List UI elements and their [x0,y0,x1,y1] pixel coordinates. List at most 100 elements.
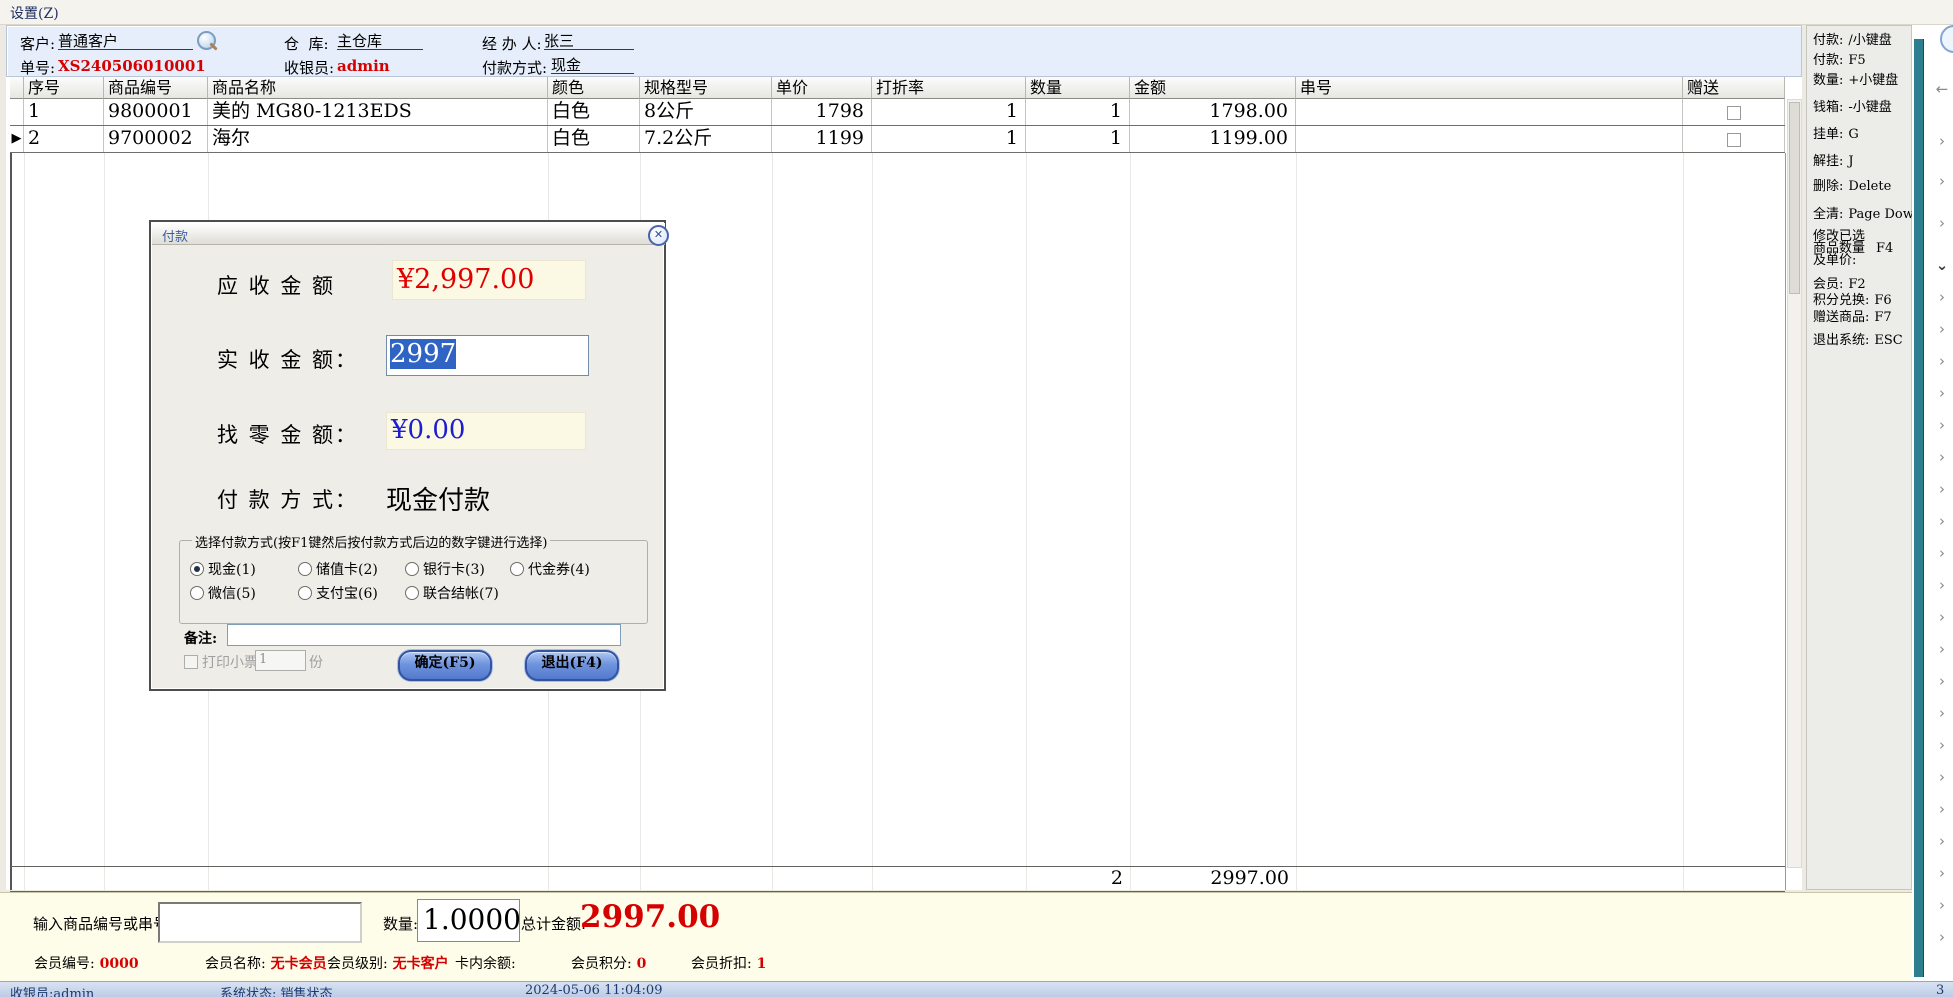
chevron-right-icon[interactable]: › [1932,864,1952,882]
chevron-right-icon[interactable]: › [1932,288,1952,306]
paymethod-label: 付款方式: [482,57,547,78]
grid-header-cell: 商品名称 [208,77,548,99]
chevron-right-icon[interactable]: › [1932,704,1952,722]
dialog-titlebar[interactable]: 付款 ✕ [152,223,665,245]
hotkey-item: 积分兑换:F6 [1813,294,1892,308]
remark-input[interactable] [227,624,621,646]
payment-option-4[interactable]: 代金券(4) [510,559,590,579]
payment-option-label: 联合结帐(7) [423,583,499,603]
radio-icon[interactable] [405,586,419,600]
table-cell: 2 [24,126,104,152]
hotkey-key: /小键盘 [1848,34,1891,48]
received-amount-selected-text: 2997 [390,339,456,369]
radio-icon[interactable] [190,586,204,600]
table-cell: 美的 MG80-1213EDS [208,99,548,125]
confirm-button[interactable]: 确定(F5) [398,650,492,681]
chevron-right-icon[interactable]: › [1932,352,1952,370]
grid-scrollbar[interactable] [1787,99,1802,868]
member-field: 会员积分: 0 [571,953,646,973]
operator-field[interactable]: 张三 [544,30,634,50]
barcode-input-label: 输入商品编号或串号: [33,913,173,934]
receivable-amount-box: ¥2,997.00 [392,260,586,300]
gift-checkbox[interactable] [1727,133,1741,147]
payment-option-3[interactable]: 银行卡(3) [405,559,485,579]
print-receipt-checkbox[interactable] [184,655,198,669]
chevron-right-icon[interactable]: › [1932,132,1952,150]
back-arrow-icon[interactable]: ← [1932,80,1952,98]
chevron-down-icon[interactable]: ⌄ [1932,256,1952,274]
pos-app-window: 设置(Z) 客户: 普通客户 仓 库: 主仓库 经 办 人: 张三 单号: XS… [0,0,1953,997]
grid-header-cell: 串号 [1296,77,1683,99]
table-row[interactable]: ▶29700002海尔白色7.2公斤1199111199.00 [10,126,1785,153]
hotkey-label: 会员: [1813,278,1843,292]
payment-option-6[interactable]: 支付宝(6) [298,583,378,603]
hotkey-key: G [1848,128,1858,142]
payment-option-label: 代金券(4) [528,559,590,579]
radio-icon[interactable] [298,586,312,600]
chevron-right-icon[interactable]: › [1932,384,1952,402]
received-amount-input[interactable]: 2997 [386,335,589,376]
payment-option-7[interactable]: 联合结帐(7) [405,583,499,603]
print-copies-input[interactable]: 1 [255,650,306,671]
chevron-right-icon[interactable]: › [1932,172,1952,190]
close-icon[interactable]: ✕ [648,225,669,246]
chevron-right-icon[interactable]: › [1932,672,1952,690]
payment-option-1[interactable]: 现金(1) [190,559,256,579]
chevron-right-icon[interactable]: › [1932,320,1952,338]
chevron-right-icon[interactable]: › [1932,736,1952,754]
chevron-right-icon[interactable]: › [1932,214,1952,232]
chevron-right-icon[interactable]: › [1932,928,1952,946]
grid-column-line [1026,153,1027,890]
menu-item-settings[interactable]: 设置(Z) [10,3,59,23]
barcode-input[interactable] [158,902,362,943]
dock-circle-icon[interactable] [1940,25,1953,53]
radio-icon[interactable] [298,562,312,576]
hotkey-label: 挂单: [1813,128,1843,142]
customer-field[interactable]: 普通客户 [58,30,193,50]
hotkey-key: F6 [1874,294,1891,308]
chevron-right-icon[interactable]: › [1932,480,1952,498]
status-bar: 收银员:admin系统状态: 销售状态2024-05-06 11:04:093 [0,981,1953,997]
chevron-right-icon[interactable]: › [1932,608,1952,626]
table-cell: 白色 [548,126,640,152]
chevron-right-icon[interactable]: › [1932,576,1952,594]
radio-icon[interactable] [510,562,524,576]
chevron-right-icon[interactable]: › [1932,768,1952,786]
member-field-value: 无卡客户 [388,956,449,972]
radio-icon[interactable] [190,562,204,576]
dock-teal-bar[interactable] [1914,39,1924,977]
warehouse-field[interactable]: 主仓库 [337,30,423,50]
qty-input[interactable]: 1.0000 [417,899,520,942]
hotkey-label: 退出系统: [1813,334,1869,348]
payment-option-5[interactable]: 微信(5) [190,583,256,603]
entry-panel: 输入商品编号或串号: 数量: 1.0000 总计金额: 2997.00 会员编号… [0,892,1912,981]
hotkey-key: +小键盘 [1848,74,1898,88]
chevron-right-icon[interactable]: › [1932,416,1952,434]
grid-header-indicator-cell [10,77,24,99]
chevron-right-icon[interactable]: › [1932,832,1952,850]
status-item: 系统状态: 销售状态 [220,983,333,997]
search-icon[interactable] [195,31,221,57]
member-field: 会员名称: 无卡会员 [205,953,327,973]
member-field: 会员级别: 无卡客户 [327,953,449,973]
grid-totals-row: 2 2997.00 [10,866,1785,892]
chevron-right-icon[interactable]: › [1932,640,1952,658]
chevron-right-icon[interactable]: › [1932,448,1952,466]
hotkey-item: 付款:/小键盘 [1813,34,1892,48]
table-row[interactable]: 19800001美的 MG80-1213EDS白色8公斤1798111798.0… [10,99,1785,126]
exit-button[interactable]: 退出(F4) [525,650,619,681]
chevron-right-icon[interactable]: › [1932,512,1952,530]
table-cell: 7.2公斤 [640,126,772,152]
radio-icon[interactable] [405,562,419,576]
dialog-title: 付款 [162,226,188,245]
paymethod-field[interactable]: 现金 [551,54,634,74]
scrollbar-thumb[interactable] [1789,102,1800,294]
member-field-value: 无卡会员 [266,956,327,972]
total-qty: 2 [1026,867,1130,890]
chevron-right-icon[interactable]: › [1932,544,1952,562]
chevron-right-icon[interactable]: › [1932,800,1952,818]
gift-checkbox[interactable] [1727,106,1741,120]
hotkey-label: 修改已选商品数量及单价: [1813,231,1871,267]
payment-option-2[interactable]: 储值卡(2) [298,559,378,579]
chevron-right-icon[interactable]: › [1932,896,1952,914]
